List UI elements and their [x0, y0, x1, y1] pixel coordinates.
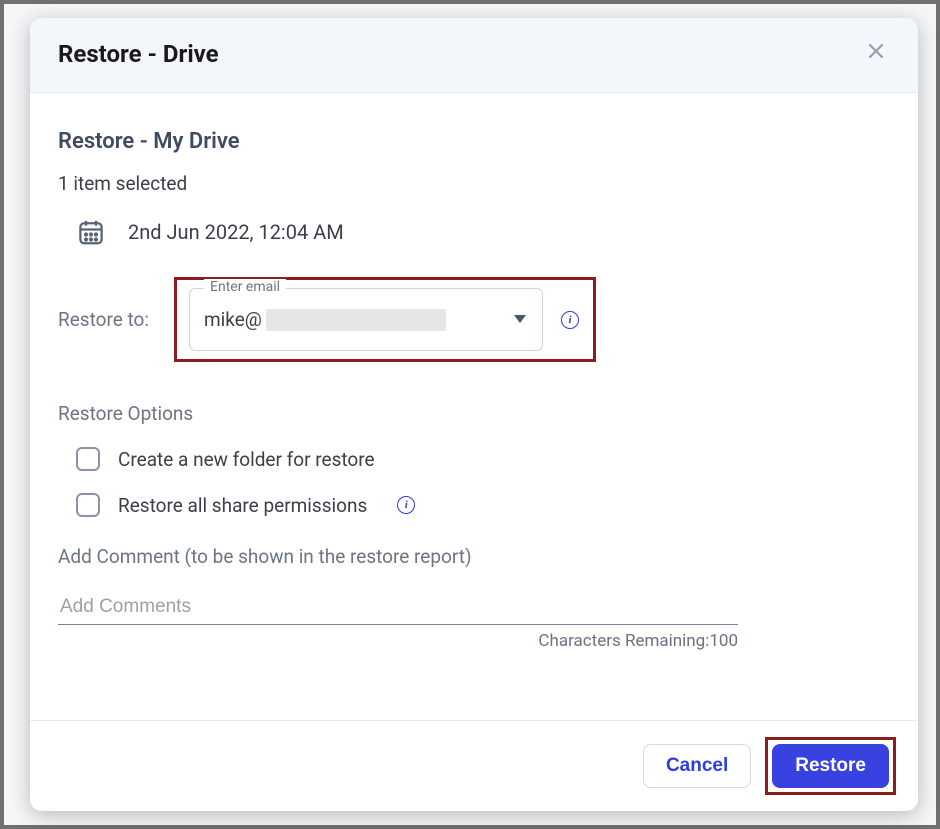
email-float-label: Enter email — [204, 279, 286, 295]
modal-footer: Cancel Restore — [30, 720, 918, 811]
email-highlight-box: Enter email mike@ i — [174, 277, 596, 362]
restore-button[interactable]: Restore — [772, 744, 889, 788]
info-icon[interactable]: i — [561, 311, 579, 329]
restore-highlight-box: Restore — [765, 737, 896, 795]
checkbox-share-perms[interactable] — [76, 493, 100, 517]
chevron-down-icon — [512, 310, 528, 329]
modal-body: Restore - My Drive 1 item selected — [30, 93, 918, 720]
restore-subtitle: Restore - My Drive — [58, 129, 890, 154]
comment-input[interactable] — [58, 590, 738, 625]
selected-count: 1 item selected — [58, 172, 890, 195]
option-share-perms-row: Restore all share permissions i — [58, 493, 890, 517]
modal-backdrop: Restore - Drive Restore - My Drive 1 ite… — [0, 0, 940, 829]
restore-to-row: Restore to: Enter email mike@ i — [58, 277, 890, 362]
option-new-folder-label: Create a new folder for restore — [118, 448, 375, 471]
timestamp-row: 2nd Jun 2022, 12:04 AM — [58, 217, 890, 247]
option-new-folder-row: Create a new folder for restore — [58, 447, 890, 471]
info-icon[interactable]: i — [397, 496, 415, 514]
email-combobox[interactable]: Enter email mike@ — [189, 288, 543, 351]
restore-options-label: Restore Options — [58, 402, 890, 425]
timestamp-text: 2nd Jun 2022, 12:04 AM — [128, 220, 344, 244]
restore-modal: Restore - Drive Restore - My Drive 1 ite… — [30, 18, 918, 811]
close-icon — [866, 40, 886, 68]
comment-label: Add Comment (to be shown in the restore … — [58, 545, 890, 568]
checkbox-new-folder[interactable] — [76, 447, 100, 471]
chars-remaining: Characters Remaining:100 — [58, 631, 738, 651]
modal-header: Restore - Drive — [30, 18, 918, 93]
email-value: mike@ — [204, 308, 446, 331]
calendar-icon — [76, 217, 106, 247]
close-button[interactable] — [862, 40, 890, 68]
option-share-perms-label: Restore all share permissions — [118, 494, 367, 517]
restore-to-label: Restore to: — [58, 308, 158, 331]
modal-title: Restore - Drive — [58, 40, 219, 68]
email-prefix: mike@ — [204, 308, 262, 331]
email-redacted — [266, 309, 446, 331]
cancel-button[interactable]: Cancel — [643, 744, 751, 788]
